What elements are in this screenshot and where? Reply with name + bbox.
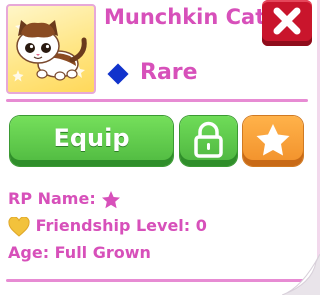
close-button[interactable] (262, 0, 312, 46)
friendship-label: Friendship Level: (35, 216, 191, 235)
padlock-icon (194, 121, 223, 158)
heart-icon (8, 216, 30, 237)
divider (6, 279, 308, 282)
equip-button-label: Equip (53, 124, 130, 152)
rarity-label: Rare (140, 60, 198, 85)
friendship-value: 0 (195, 216, 207, 235)
age-label: Age: (8, 243, 50, 262)
munchkin-cat-image (12, 20, 87, 82)
close-x-icon (273, 7, 301, 35)
equip-button[interactable]: Equip (10, 116, 173, 166)
friendship-row: Friendship Level: 0 (8, 214, 207, 238)
age-row: Age: Full Grown (8, 241, 151, 265)
star-icon[interactable] (101, 190, 121, 210)
divider (6, 99, 308, 102)
pet-info-card: Munchkin Cat Rare Equip RP Name: Friends… (0, 0, 320, 295)
pet-thumbnail (6, 4, 96, 94)
age-value: Full Grown (54, 243, 151, 262)
diamond-icon (104, 60, 132, 88)
rp-name-label: RP Name: (8, 189, 96, 208)
star-icon (256, 124, 290, 156)
rp-name-row: RP Name: (8, 187, 121, 211)
page-curl-icon (282, 254, 320, 295)
lock-button[interactable] (180, 116, 237, 166)
pet-name: Munchkin Cat (104, 5, 266, 29)
favorite-button[interactable] (243, 116, 303, 166)
